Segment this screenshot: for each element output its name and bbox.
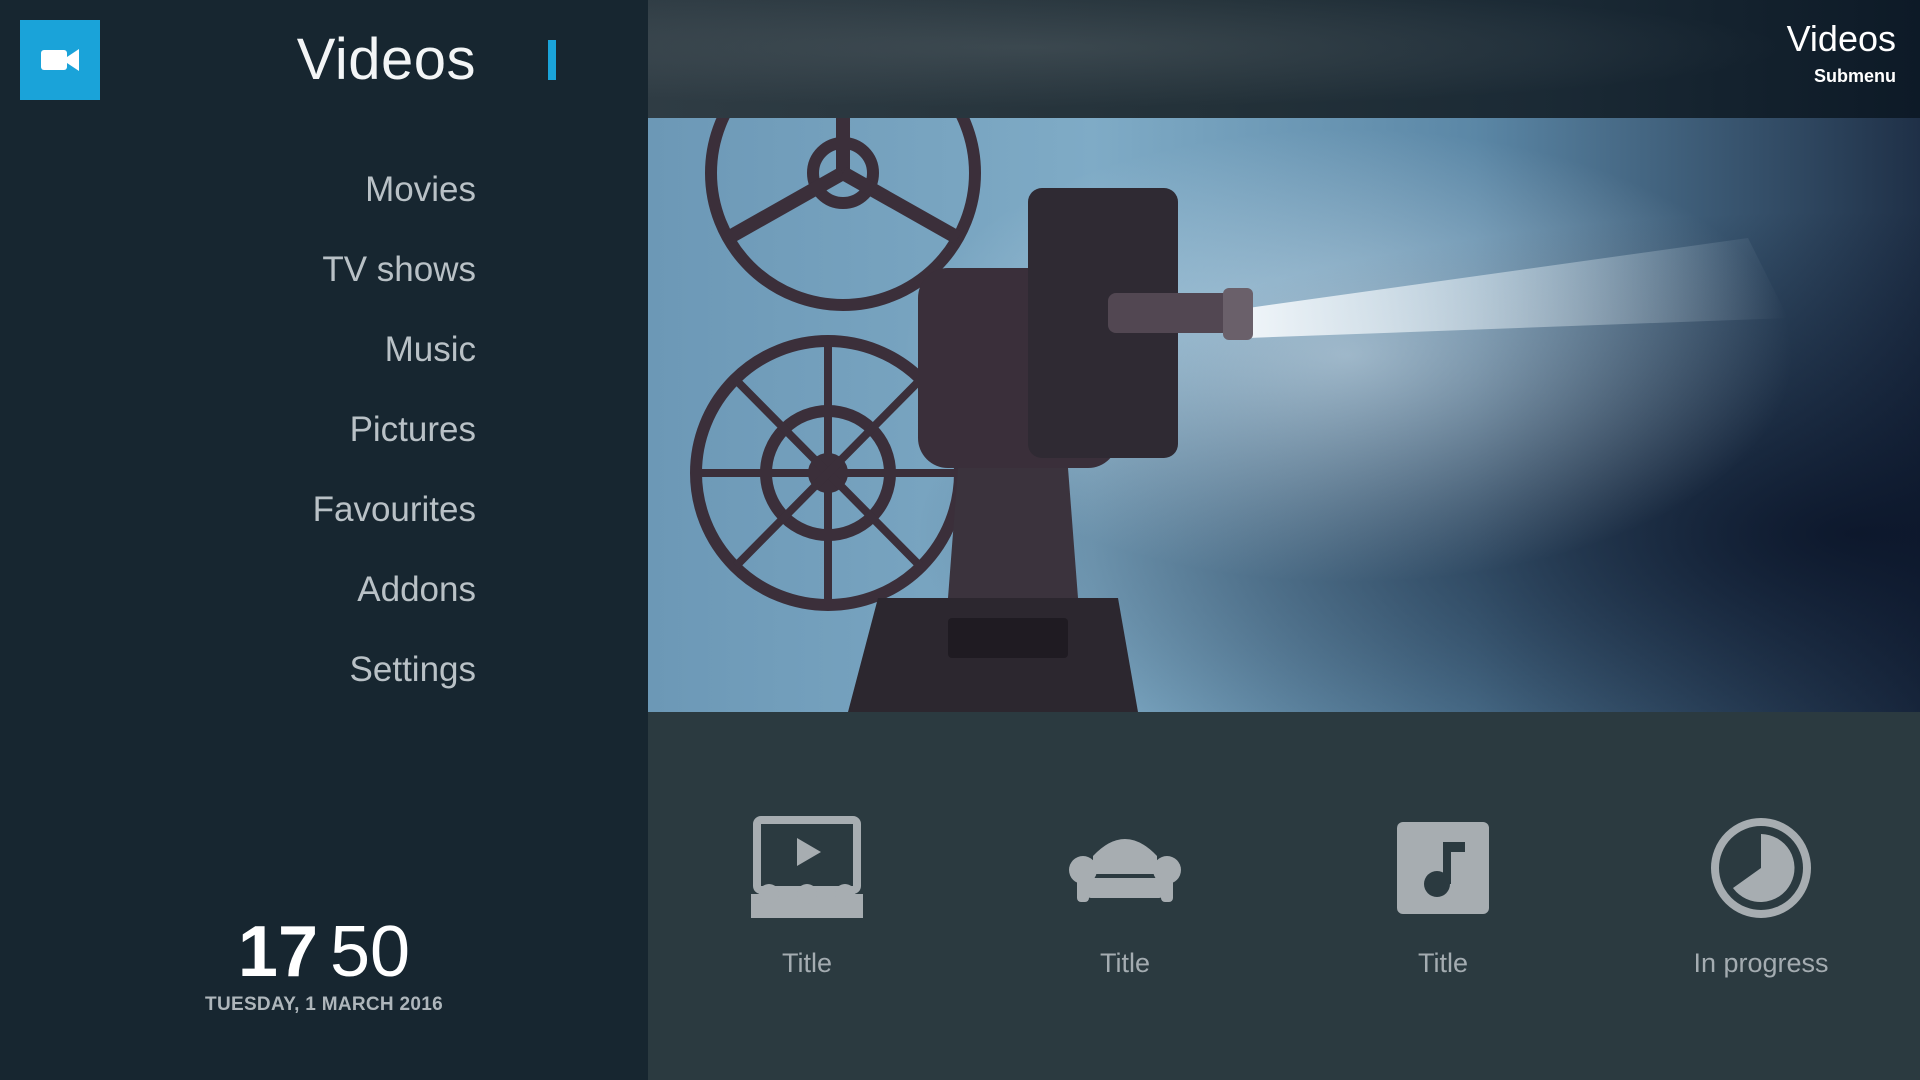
submenu-tile-1[interactable]: Title	[648, 812, 966, 979]
videos-logo-tile[interactable]	[20, 20, 100, 100]
header-band	[648, 0, 1920, 118]
sidebar: Videos Movies TV shows Music Pictures Fa…	[0, 0, 648, 1080]
clock-hours: 17	[237, 912, 318, 992]
music-note-icon	[1397, 822, 1489, 914]
cinema-play-icon	[751, 816, 863, 918]
menu-item-music[interactable]: Music	[313, 310, 476, 390]
tile-label: Title	[781, 948, 832, 978]
menu-item-movies[interactable]: Movies	[313, 150, 476, 230]
submenu-tile-2[interactable]: Title	[966, 812, 1284, 979]
menu-item-favourites[interactable]: Favourites	[313, 470, 476, 550]
submenu-panel: Title Title Title In progress	[648, 712, 1920, 1080]
date-label: TUESDAY, 1 MARCH 2016	[205, 994, 443, 1015]
clock: 17 50	[0, 912, 648, 992]
clock-minutes: 50	[330, 912, 411, 992]
menu-item-tv-shows[interactable]: TV shows	[313, 230, 476, 310]
menu-item-pictures[interactable]: Pictures	[313, 390, 476, 470]
header-title: Videos	[1786, 18, 1896, 59]
submenu-tile-4[interactable]: In progress	[1602, 812, 1920, 979]
tile-label: Title	[1417, 948, 1468, 978]
fanart-image	[648, 118, 1920, 712]
main-menu: Movies TV shows Music Pictures Favourite…	[313, 150, 476, 710]
menu-item-addons[interactable]: Addons	[313, 550, 476, 630]
header-subtitle: Submenu	[1813, 66, 1896, 86]
armchair-icon	[1069, 839, 1181, 902]
focus-indicator	[548, 40, 556, 80]
submenu-tile-3[interactable]: Title	[1284, 812, 1602, 979]
video-camera-icon	[41, 49, 79, 71]
tile-label: In progress	[1693, 948, 1829, 978]
section-title: Videos	[296, 27, 476, 92]
progress-pie-icon	[1711, 818, 1811, 918]
menu-item-settings[interactable]: Settings	[313, 630, 476, 710]
tile-label: Title	[1099, 948, 1150, 978]
film-projector-image	[690, 118, 1788, 712]
